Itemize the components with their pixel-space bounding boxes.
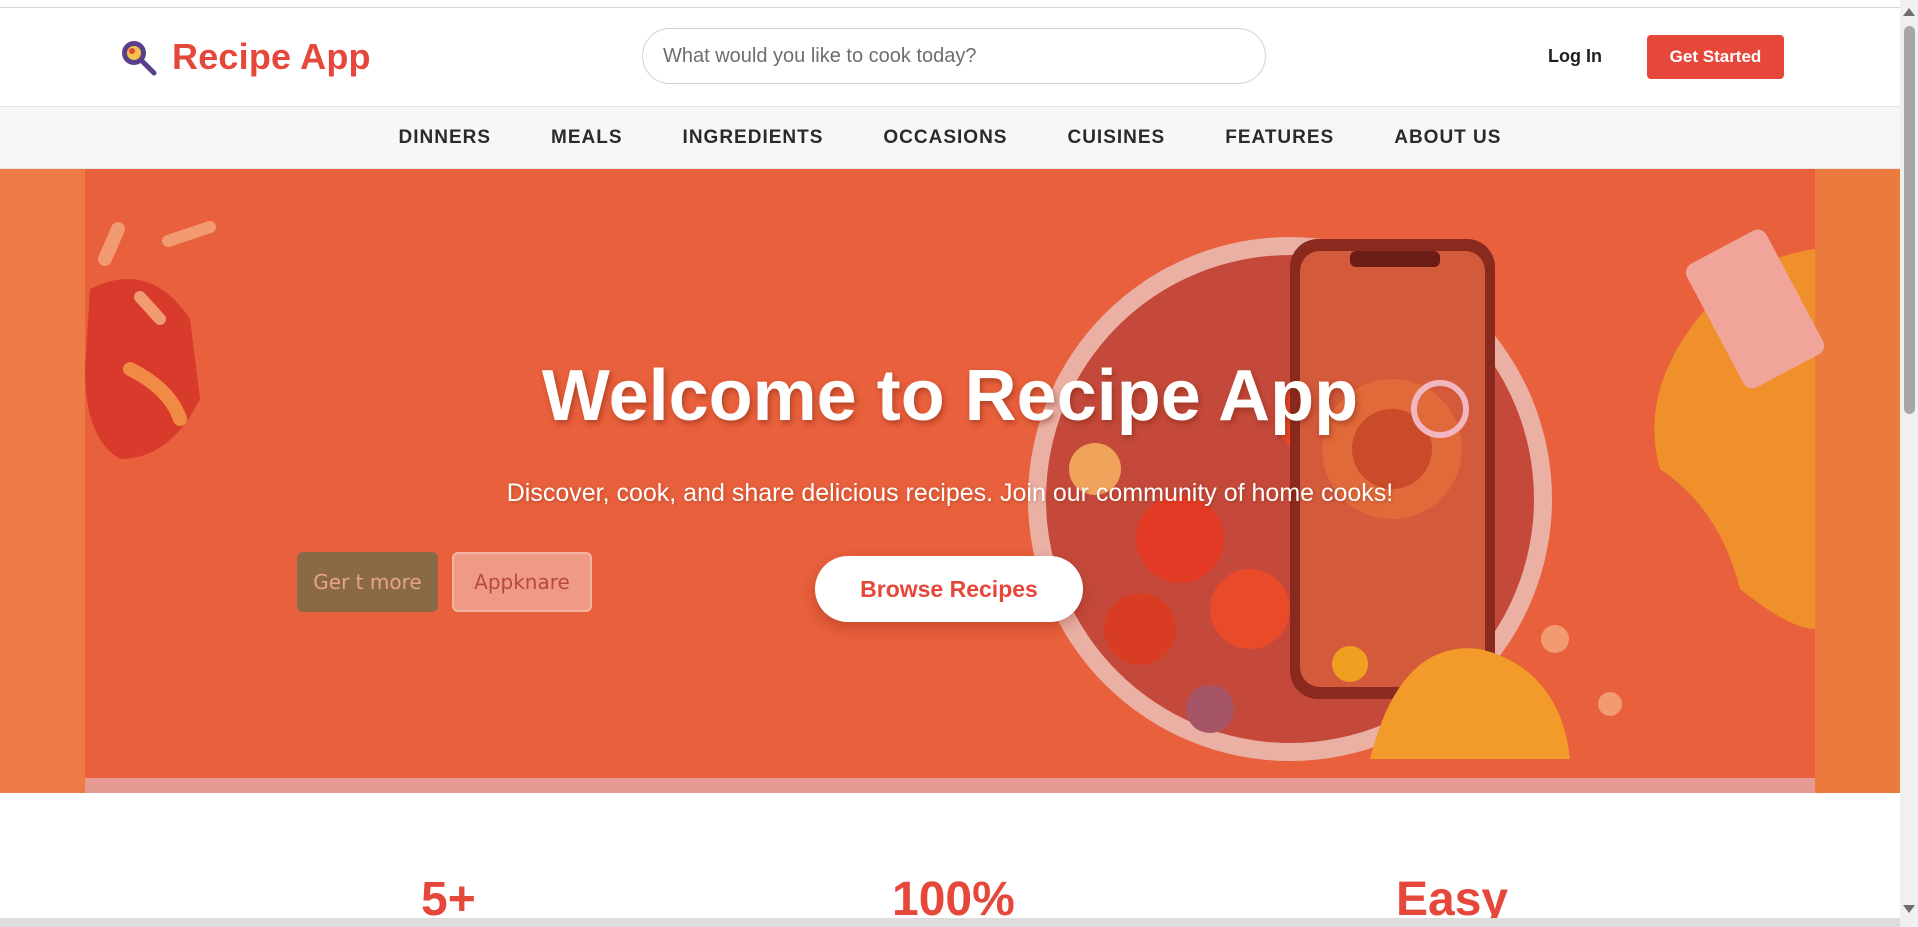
site-header: Recipe App Log In Get Started xyxy=(0,8,1900,107)
horizontal-scrollbar[interactable] xyxy=(0,918,1900,927)
browse-recipes-button[interactable]: Browse Recipes xyxy=(815,556,1083,622)
search-input[interactable] xyxy=(642,28,1266,84)
hero-banner: Ger t more Appknare Welcome to Recipe Ap… xyxy=(0,169,1900,793)
nav-item-features[interactable]: FEATURES xyxy=(1225,127,1334,149)
logo-magnifier-icon xyxy=(122,41,157,76)
nav-item-dinners[interactable]: DINNERS xyxy=(399,127,492,149)
get-started-button[interactable]: Get Started xyxy=(1647,35,1784,79)
scroll-down-arrow-icon[interactable] xyxy=(1903,905,1915,913)
scrollbar-thumb[interactable] xyxy=(1904,26,1915,414)
nav-item-occasions[interactable]: OCCASIONS xyxy=(883,127,1007,149)
login-button[interactable]: Log In xyxy=(1548,46,1602,67)
vertical-scrollbar[interactable] xyxy=(1900,0,1918,927)
illustration-button-1: Ger t more xyxy=(297,552,438,612)
browser-top-edge xyxy=(0,0,1900,8)
scroll-up-arrow-icon[interactable] xyxy=(1903,8,1915,16)
nav-item-meals[interactable]: MEALS xyxy=(551,127,623,149)
hero-title: Welcome to Recipe App xyxy=(541,356,1359,436)
nav-item-ingredients[interactable]: INGREDIENTS xyxy=(683,127,824,149)
nav-item-cuisines[interactable]: CUISINES xyxy=(1067,127,1165,149)
illustration-button-2: Appknare xyxy=(452,552,592,612)
nav-item-about-us[interactable]: ABOUT US xyxy=(1394,127,1501,149)
app-name: Recipe App xyxy=(172,36,371,77)
logo[interactable]: Recipe App xyxy=(118,36,371,78)
hero-subtitle: Discover, cook, and share delicious reci… xyxy=(506,479,1394,507)
main-nav: DINNERS MEALS INGREDIENTS OCCASIONS CUIS… xyxy=(0,107,1900,169)
hero-bottom-strip xyxy=(85,778,1815,793)
